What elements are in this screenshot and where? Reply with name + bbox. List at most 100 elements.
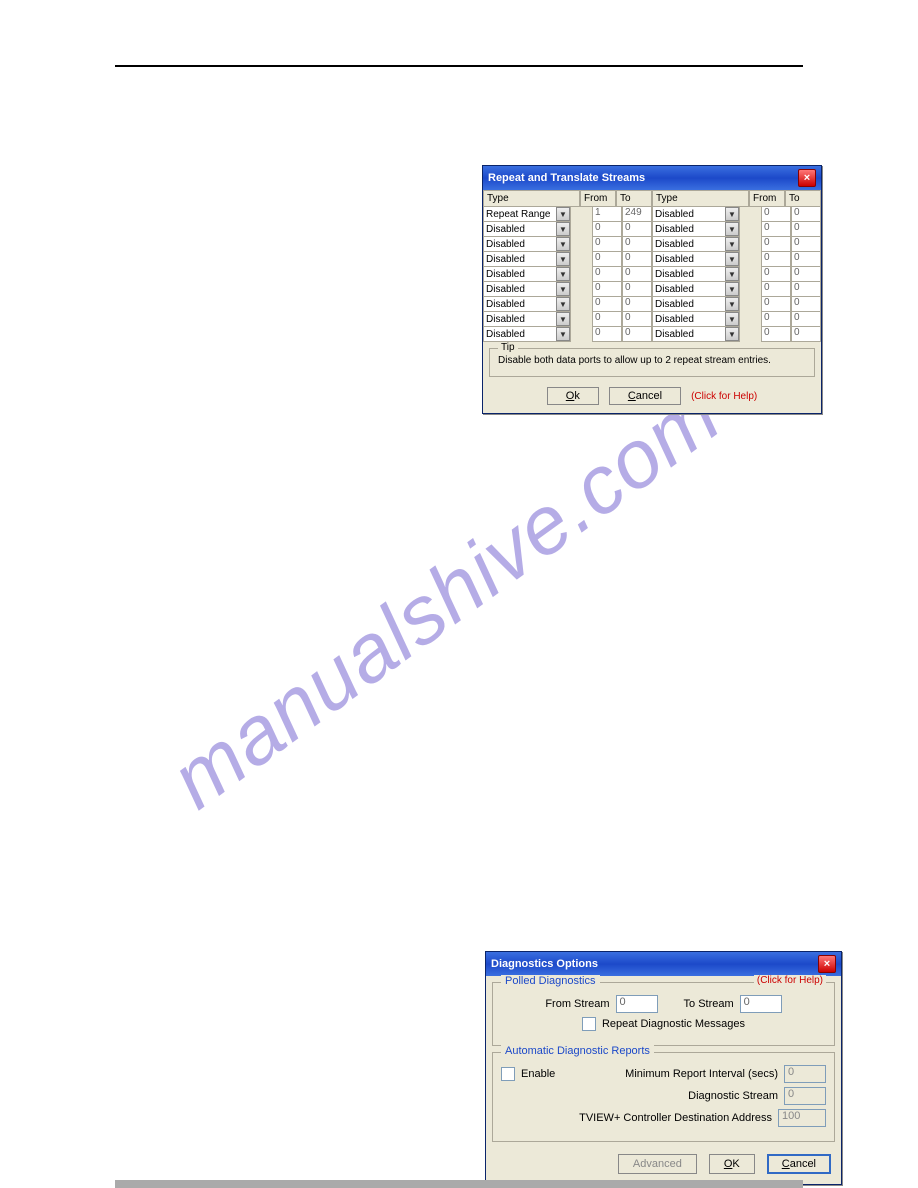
number-input[interactable]: 0 — [761, 251, 791, 267]
auto-legend: Automatic Diagnostic Reports — [501, 1045, 654, 1057]
diag-stream-row: Diagnostic Stream 0 — [501, 1087, 826, 1105]
cancel-button[interactable]: Cancel — [767, 1154, 831, 1174]
watermark-text: manualshive.com — [154, 368, 738, 828]
help-link[interactable]: (Click for Help) — [754, 975, 826, 986]
chevron-down-icon: ▼ — [725, 207, 739, 221]
advanced-button[interactable]: Advanced — [618, 1154, 697, 1174]
tip-group: Tip Disable both data ports to allow up … — [489, 348, 815, 377]
chevron-down-icon: ▼ — [556, 252, 570, 266]
enable-label: Enable — [521, 1068, 555, 1080]
min-interval-label: Minimum Report Interval (secs) — [561, 1068, 778, 1080]
number-input[interactable]: 0 — [622, 266, 652, 282]
ok-button[interactable]: Ok — [547, 387, 599, 405]
number-input[interactable]: 0 — [592, 266, 622, 282]
chevron-down-icon: ▼ — [725, 282, 739, 296]
enable-row: Enable Minimum Report Interval (secs) 0 — [501, 1065, 826, 1083]
type-select[interactable]: Disabled▼ — [652, 296, 740, 312]
chevron-down-icon: ▼ — [556, 267, 570, 281]
number-input[interactable]: 0 — [592, 311, 622, 327]
number-input[interactable]: 0 — [761, 296, 791, 312]
to-stream-label: To Stream — [684, 998, 734, 1010]
type-select[interactable]: Disabled▼ — [483, 326, 571, 342]
dialog2-title: Diagnostics Options — [491, 958, 598, 970]
chevron-down-icon: ▼ — [725, 312, 739, 326]
tip-text: Disable both data ports to allow up to 2… — [498, 355, 771, 366]
polled-legend: Polled Diagnostics — [501, 975, 600, 987]
number-input[interactable]: 249 — [622, 206, 652, 222]
cancel-button[interactable]: Cancel — [609, 387, 681, 405]
number-input[interactable]: 0 — [791, 266, 821, 282]
type-select[interactable]: Disabled▼ — [652, 281, 740, 297]
diag-stream-label: Diagnostic Stream — [688, 1090, 778, 1102]
number-input[interactable]: 1 — [592, 206, 622, 222]
stream-row: From Stream 0 To Stream 0 — [501, 995, 826, 1013]
number-input[interactable]: 0 — [592, 236, 622, 252]
chevron-down-icon: ▼ — [725, 237, 739, 251]
number-input[interactable]: 0 — [791, 206, 821, 222]
help-link[interactable]: (Click for Help) — [691, 391, 757, 402]
type-select[interactable]: Disabled▼ — [652, 206, 740, 222]
dialog1-button-row: Ok Cancel (Click for Help) — [483, 383, 821, 413]
dest-addr-label: TVIEW+ Controller Destination Address — [579, 1112, 772, 1124]
number-input[interactable]: 0 — [761, 266, 791, 282]
from-stream-input[interactable]: 0 — [616, 995, 658, 1013]
number-input[interactable]: 0 — [761, 281, 791, 297]
enable-checkbox[interactable] — [501, 1067, 515, 1081]
number-input[interactable]: 0 — [761, 236, 791, 252]
type-select[interactable]: Disabled▼ — [483, 236, 571, 252]
polled-diagnostics-group: Polled Diagnostics (Click for Help) From… — [492, 982, 835, 1046]
number-input[interactable]: 0 — [592, 326, 622, 342]
type-select[interactable]: Disabled▼ — [652, 251, 740, 267]
type-select[interactable]: Disabled▼ — [652, 326, 740, 342]
chevron-down-icon: ▼ — [556, 237, 570, 251]
number-input[interactable]: 0 — [791, 251, 821, 267]
tip-legend: Tip — [498, 342, 518, 353]
number-input[interactable]: 0 — [791, 236, 821, 252]
min-interval-input[interactable]: 0 — [784, 1065, 826, 1083]
dialog2-titlebar: Diagnostics Options × — [486, 952, 841, 976]
type-select[interactable]: Disabled▼ — [483, 311, 571, 327]
number-input[interactable]: 0 — [622, 251, 652, 267]
diag-stream-input[interactable]: 0 — [784, 1087, 826, 1105]
chevron-down-icon: ▼ — [556, 327, 570, 341]
number-input[interactable]: 0 — [761, 206, 791, 222]
type-select[interactable]: Disabled▼ — [652, 236, 740, 252]
number-input[interactable]: 0 — [791, 281, 821, 297]
number-input[interactable]: 0 — [622, 236, 652, 252]
number-input[interactable]: 0 — [592, 221, 622, 237]
number-input[interactable]: 0 — [622, 326, 652, 342]
number-input[interactable]: 0 — [791, 311, 821, 327]
number-input[interactable]: 0 — [761, 311, 791, 327]
type-select[interactable]: Disabled▼ — [483, 296, 571, 312]
number-input[interactable]: 0 — [622, 311, 652, 327]
diagnostics-dialog: Diagnostics Options × Polled Diagnostics… — [485, 951, 842, 1185]
type-select[interactable]: Disabled▼ — [483, 251, 571, 267]
close-icon[interactable]: × — [798, 169, 816, 187]
horizontal-rule — [115, 65, 803, 67]
number-input[interactable]: 0 — [592, 296, 622, 312]
type-select[interactable]: Disabled▼ — [652, 221, 740, 237]
dialog1-title: Repeat and Translate Streams — [488, 172, 645, 184]
number-input[interactable]: 0 — [622, 296, 652, 312]
number-input[interactable]: 0 — [592, 281, 622, 297]
type-select[interactable]: Repeat Range▼ — [483, 206, 571, 222]
type-select[interactable]: Disabled▼ — [483, 266, 571, 282]
number-input[interactable]: 0 — [791, 296, 821, 312]
type-select[interactable]: Disabled▼ — [483, 221, 571, 237]
ok-button[interactable]: OK — [709, 1154, 755, 1174]
number-input[interactable]: 0 — [761, 326, 791, 342]
number-input[interactable]: 0 — [622, 221, 652, 237]
type-select[interactable]: Disabled▼ — [483, 281, 571, 297]
number-input[interactable]: 0 — [791, 326, 821, 342]
type-select[interactable]: Disabled▼ — [652, 311, 740, 327]
to-stream-input[interactable]: 0 — [740, 995, 782, 1013]
repeat-messages-checkbox[interactable] — [582, 1017, 596, 1031]
chevron-down-icon: ▼ — [556, 222, 570, 236]
number-input[interactable]: 0 — [791, 221, 821, 237]
number-input[interactable]: 0 — [592, 251, 622, 267]
dest-addr-input[interactable]: 100 — [778, 1109, 826, 1127]
type-select[interactable]: Disabled▼ — [652, 266, 740, 282]
close-icon[interactable]: × — [818, 955, 836, 973]
number-input[interactable]: 0 — [622, 281, 652, 297]
number-input[interactable]: 0 — [761, 221, 791, 237]
